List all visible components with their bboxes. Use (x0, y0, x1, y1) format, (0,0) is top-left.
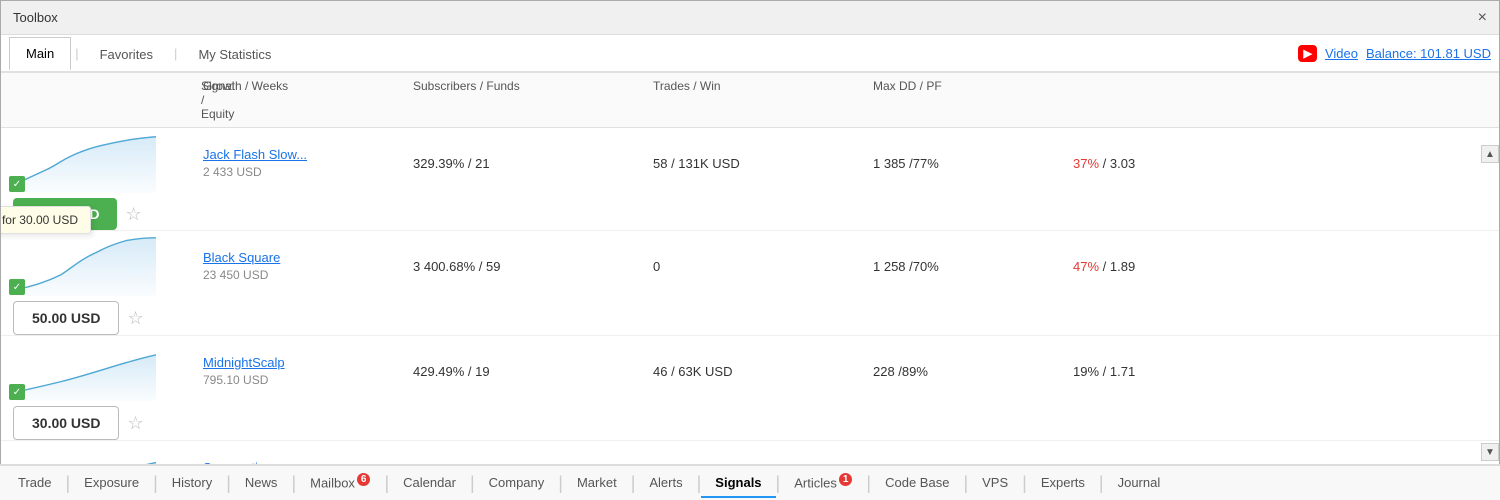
signal-chart-black-square: ✓ (1, 231, 171, 301)
header-growth-weeks: Growth / Weeks (191, 79, 401, 121)
tab-separator-1: | (75, 46, 78, 61)
signal-maxdd-jack-flash: 37% / 3.03 (1061, 156, 1499, 171)
bottom-tab-mailbox[interactable]: Mailbox6 (296, 467, 384, 498)
scrollbar: ▲ ▼ (1481, 145, 1499, 461)
header-maxdd-pf: Max DD / PF (861, 79, 1061, 121)
signal-chart-jack-flash: ✓ (1, 128, 171, 198)
header-signal-equity: Signal / Equity (1, 79, 213, 121)
bottom-tab-bar: Trade|Exposure|History|News|Mailbox6|Cal… (0, 464, 1500, 500)
signal-equity-midnight-scalp: 795.10 USD (203, 373, 389, 387)
scroll-up-arrow[interactable]: ▲ (1481, 145, 1499, 163)
title-bar: Toolbox × (1, 1, 1499, 35)
favorite-star-black-square[interactable]: ☆ (127, 308, 143, 329)
bottom-tab-calendar[interactable]: Calendar (389, 469, 470, 498)
signal-row-black-square: ✓ Black Square 23 450 USD 3 400.68% / 59… (1, 231, 1499, 336)
badge-mailbox: 6 (357, 473, 371, 486)
signal-equity-black-square: 23 450 USD (203, 268, 389, 282)
signal-trades-black-square: 1 258 /70% (861, 259, 1061, 274)
signal-subscribers-jack-flash: 58 / 131K USD (641, 156, 861, 171)
scroll-down-arrow[interactable]: ▼ (1481, 443, 1499, 461)
signal-price-btn-midnight-scalp[interactable]: 30.00 USD (13, 406, 119, 440)
video-link[interactable]: Video (1325, 46, 1358, 61)
top-right-area: ▶ Video Balance: 101.81 USD (1298, 45, 1491, 62)
bottom-tab-history[interactable]: History (158, 469, 226, 498)
bottom-tab-code-base[interactable]: Code Base (871, 469, 963, 498)
subscribe-tooltip: Subscribe for 30.00 USD (1, 206, 91, 234)
header-trades-win: Trades / Win (641, 79, 861, 121)
signal-name-jack-flash[interactable]: Jack Flash Slow... (203, 147, 389, 162)
signal-row-midnight-scalp: ✓ MidnightScalp 795.10 USD 429.49% / 19 … (1, 336, 1499, 441)
header-subscribers-funds: Subscribers / Funds (401, 79, 641, 121)
header-action (1061, 79, 1499, 121)
signal-active-midnight-scalp[interactable]: ✓ (9, 384, 25, 400)
signal-active-jack-flash[interactable]: ✓ (9, 176, 25, 192)
signal-growth-black-square: 3 400.68% / 59 (401, 259, 641, 274)
bottom-tab-experts[interactable]: Experts (1027, 469, 1099, 498)
bottom-tab-trade[interactable]: Trade (4, 469, 65, 498)
signal-active-black-square[interactable]: ✓ (9, 279, 25, 295)
top-tab-bar: Main | Favorites | My Statistics ▶ Video… (1, 35, 1499, 73)
signal-growth-midnight-scalp: 429.49% / 19 (401, 364, 641, 379)
signal-action-midnight-scalp: 30.00 USD ☆ (1, 406, 191, 440)
bottom-tab-signals[interactable]: Signals (701, 469, 775, 498)
bottom-tab-exposure[interactable]: Exposure (70, 469, 153, 498)
signal-subscribers-black-square: 0 (641, 259, 861, 274)
tab-main[interactable]: Main (9, 37, 71, 71)
youtube-icon: ▶ (1298, 45, 1316, 62)
signals-list: ✓ Jack Flash Slow... 2 433 USD 329.39% /… (1, 128, 1499, 488)
signal-subscribers-midnight-scalp: 46 / 63K USD (641, 364, 861, 379)
signal-info-midnight-scalp: MidnightScalp 795.10 USD (191, 355, 401, 387)
signal-info-black-square: Black Square 23 450 USD (191, 250, 401, 282)
bottom-tab-journal[interactable]: Journal (1104, 469, 1175, 498)
favorite-star-jack-flash[interactable]: ☆ (125, 204, 141, 225)
signal-trades-jack-flash: 1 385 /77% (861, 156, 1061, 171)
tab-my-statistics[interactable]: My Statistics (181, 38, 288, 70)
badge-articles: 1 (839, 473, 853, 486)
favorite-star-midnight-scalp[interactable]: ☆ (127, 413, 143, 434)
signal-info-jack-flash: Jack Flash Slow... 2 433 USD (191, 147, 401, 179)
table-header: Signal / Equity Growth / Weeks Subscribe… (1, 73, 1499, 128)
tab-separator-2: | (174, 46, 177, 61)
signal-name-midnight-scalp[interactable]: MidnightScalp (203, 355, 389, 370)
bottom-tab-vps[interactable]: VPS (968, 469, 1022, 498)
app-title: Toolbox (13, 10, 58, 25)
signal-action-jack-flash: Subscribe for 30.00 USD 30.00 USD ☆ (1, 198, 191, 230)
tab-favorites[interactable]: Favorites (83, 38, 170, 70)
bottom-tab-market[interactable]: Market (563, 469, 631, 498)
signal-growth-jack-flash: 329.39% / 21 (401, 156, 641, 171)
signal-equity-jack-flash: 2 433 USD (203, 165, 389, 179)
signal-maxdd-midnight-scalp: 19% / 1.71 (1061, 364, 1499, 379)
signal-row-jack-flash: ✓ Jack Flash Slow... 2 433 USD 329.39% /… (1, 128, 1499, 231)
signal-action-black-square: 50.00 USD ☆ (1, 301, 191, 335)
signal-price-btn-black-square[interactable]: 50.00 USD (13, 301, 119, 335)
close-button[interactable]: × (1478, 10, 1487, 26)
bottom-tab-alerts[interactable]: Alerts (635, 469, 696, 498)
signal-maxdd-black-square: 47% / 1.89 (1061, 259, 1499, 274)
signal-name-black-square[interactable]: Black Square (203, 250, 389, 265)
signal-trades-midnight-scalp: 228 /89% (861, 364, 1061, 379)
main-content: Signal / Equity Growth / Weeks Subscribe… (1, 73, 1499, 488)
bottom-tab-news[interactable]: News (231, 469, 292, 498)
balance-link[interactable]: Balance: 101.81 USD (1366, 46, 1491, 61)
bottom-tab-articles[interactable]: Articles1 (780, 467, 866, 498)
signal-chart-midnight-scalp: ✓ (1, 336, 171, 406)
bottom-tab-company[interactable]: Company (475, 469, 559, 498)
